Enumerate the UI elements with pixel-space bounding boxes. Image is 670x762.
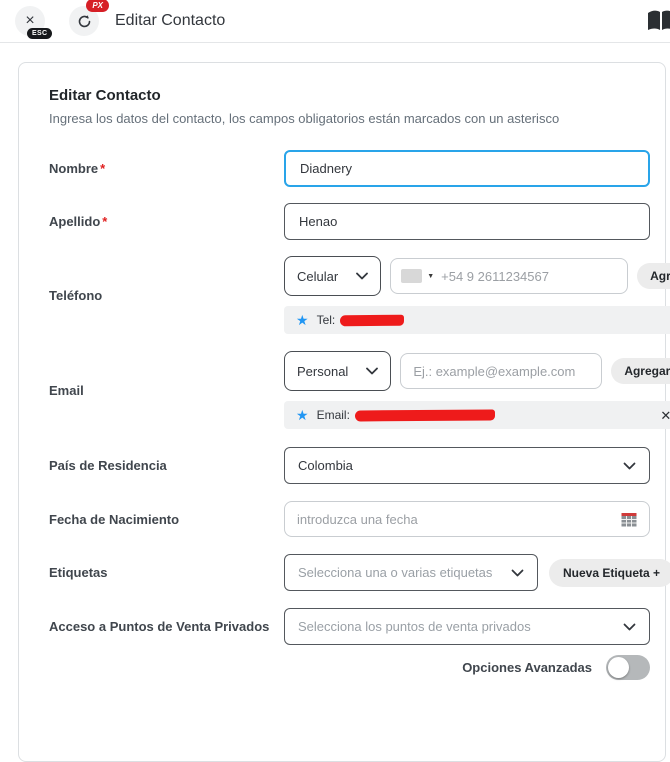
refresh-icon xyxy=(77,14,92,29)
form-subtitle: Ingresa los datos del contacto, los camp… xyxy=(49,111,650,126)
remove-email-icon[interactable]: ✕ xyxy=(660,409,670,422)
chevron-down-icon xyxy=(623,462,636,470)
required-asterisk: * xyxy=(102,214,107,229)
flag-caret-icon: ▼ xyxy=(427,273,434,280)
pais-label: País de Residencia xyxy=(49,458,284,473)
toggle-knob xyxy=(608,657,629,678)
email-label: Email xyxy=(49,383,284,398)
fecha-label: Fecha de Nacimiento xyxy=(49,512,284,527)
country-flag-placeholder[interactable] xyxy=(401,269,422,283)
email-input[interactable] xyxy=(413,364,589,379)
chevron-down-icon xyxy=(366,367,378,375)
acceso-label: Acceso a Puntos de Venta Privados xyxy=(49,619,284,634)
email-type-select[interactable]: Personal xyxy=(284,351,391,391)
email-input-wrap xyxy=(400,353,602,389)
telefono-redacted-value xyxy=(340,314,404,326)
row-telefono: Teléfono Celular ▼ Agregar ★ Tel: xyxy=(49,256,650,334)
chevron-down-icon xyxy=(511,569,524,577)
telefono-label: Teléfono xyxy=(49,288,284,303)
apellido-input[interactable] xyxy=(284,203,650,240)
chevron-down-icon xyxy=(356,272,368,280)
star-icon[interactable]: ★ xyxy=(296,408,309,422)
close-icon: × xyxy=(25,13,34,29)
calendar-icon[interactable] xyxy=(621,512,637,527)
row-nombre: Nombre* xyxy=(49,150,650,187)
email-redacted-value xyxy=(355,409,495,421)
telefono-chip-prefix: Tel: xyxy=(317,313,336,327)
apellido-label: Apellido* xyxy=(49,214,284,229)
row-email: Email Personal Agregar ★ Email: ✕ xyxy=(49,351,650,429)
telefono-agregar-button[interactable]: Agregar xyxy=(637,263,670,289)
telefono-chip: ★ Tel: ✕ xyxy=(284,306,670,334)
etiquetas-label: Etiquetas xyxy=(49,565,284,580)
advanced-label: Opciones Avanzadas xyxy=(462,660,592,675)
form-title: Editar Contacto xyxy=(49,87,650,104)
dialog-title: Editar Contacto xyxy=(115,12,225,30)
row-pais: País de Residencia Colombia xyxy=(49,447,650,484)
row-advanced: Opciones Avanzadas xyxy=(49,655,650,680)
dialog-header: × ESC PX Editar Contacto xyxy=(0,0,670,43)
email-agregar-button[interactable]: Agregar xyxy=(611,358,670,384)
row-fecha: Fecha de Nacimiento xyxy=(49,501,650,537)
advanced-toggle[interactable] xyxy=(606,655,650,680)
nueva-etiqueta-button[interactable]: Nueva Etiqueta + xyxy=(549,559,670,587)
fecha-input[interactable] xyxy=(297,512,621,527)
edit-contact-panel: Editar Contacto Ingresa los datos del co… xyxy=(18,62,666,762)
book-icon[interactable] xyxy=(646,9,670,33)
row-acceso: Acceso a Puntos de Venta Privados Selecc… xyxy=(49,608,650,645)
nombre-input[interactable] xyxy=(284,150,650,187)
etiquetas-select[interactable]: Selecciona una o varias etiquetas xyxy=(284,554,538,591)
chevron-down-icon xyxy=(623,623,636,631)
acceso-select[interactable]: Selecciona los puntos de venta privados xyxy=(284,608,650,645)
email-chip-prefix: Email: xyxy=(317,408,350,422)
telefono-type-select[interactable]: Celular xyxy=(284,256,381,296)
esc-shortcut-badge: ESC xyxy=(27,28,52,39)
star-icon[interactable]: ★ xyxy=(296,313,309,327)
row-apellido: Apellido* xyxy=(49,203,650,240)
px-badge: PX xyxy=(86,0,109,12)
nombre-label: Nombre* xyxy=(49,161,284,176)
telefono-input[interactable] xyxy=(441,269,617,284)
row-etiquetas: Etiquetas Selecciona una o varias etique… xyxy=(49,554,650,591)
fecha-input-wrap xyxy=(284,501,650,537)
telefono-input-wrap: ▼ xyxy=(390,258,628,294)
required-asterisk: * xyxy=(100,161,105,176)
pais-select[interactable]: Colombia xyxy=(284,447,650,484)
email-chip: ★ Email: ✕ xyxy=(284,401,670,429)
